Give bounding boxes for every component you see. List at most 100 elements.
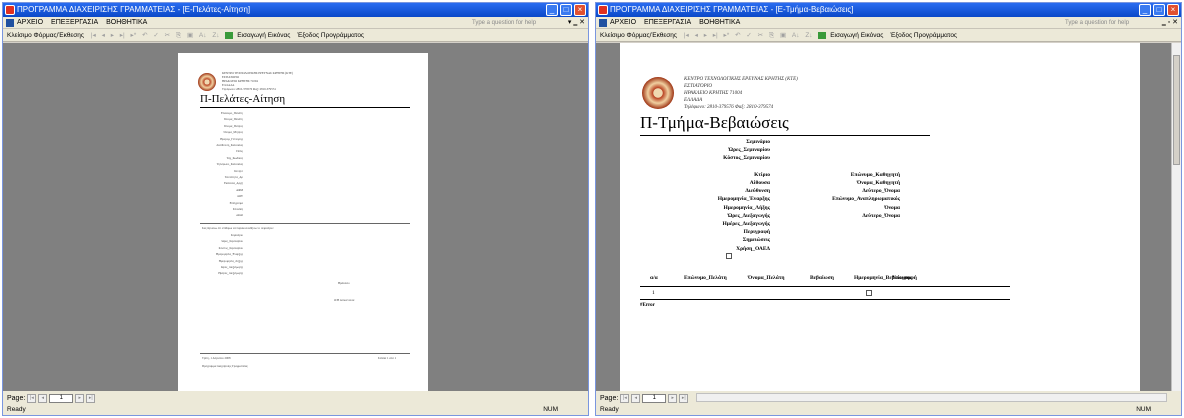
window-title: ΠΡΟΓΡΑΜΜΑ ΔΙΑΧΕΙΡΙΣΗΣ ΓΡΑΜΜΑΤΕΙΑΣ - [Ε-Π… <box>17 5 251 14</box>
help-search-input[interactable]: Type a question for help <box>472 18 562 28</box>
divider <box>640 135 930 136</box>
field-label: ΔΟΥ <box>236 194 243 199</box>
page-number-input[interactable]: 1 <box>49 393 74 403</box>
field-label: Όνομα_Καθηγητή <box>856 180 900 186</box>
declaration-text: Σας δηλώνω ότι επιθυμώ να παρακολουθήσω … <box>202 226 274 230</box>
field-label: Επάγγελμα <box>229 200 243 205</box>
menu-file[interactable]: ΑΡΧΕΙΟ <box>610 19 636 26</box>
close-form-button[interactable]: Κλείσιμο Φόρμας/Έκθεσης <box>7 32 84 39</box>
undo-icon[interactable]: ↶ <box>735 32 740 39</box>
new-record-icon[interactable]: ▸* <box>724 32 730 39</box>
title-bar[interactable]: ΠΡΟΓΡΑΜΜΑ ΔΙΑΧΕΙΡΙΣΗΣ ΓΡΑΜΜΑΤΕΙΑΣ - [Ε-Π… <box>3 3 588 17</box>
menu-file[interactable]: ΑΡΧΕΙΟ <box>17 19 43 26</box>
window-title: ΠΡΟΓΡΑΜΜΑ ΔΙΑΧΕΙΡΙΣΗΣ ΓΡΑΜΜΑΤΕΙΑΣ - [Ε-Τ… <box>610 5 854 14</box>
nav-first-icon[interactable]: |◂ <box>684 32 689 39</box>
field-label: Ημερομηνία_Έναρξης <box>215 252 243 257</box>
footer-program: Πρόγραμμα Διαχείρισης Γραμματείας <box>202 364 248 368</box>
sign-name: Ο/Η Αιτών/ούσα <box>334 298 355 302</box>
field-label: Δεύτερο_Όνομα <box>862 188 900 195</box>
nav-next-icon[interactable]: ▸ <box>704 32 707 39</box>
menu-edit[interactable]: ΕΠΕΞΕΡΓΑΣΙΑ <box>51 19 98 26</box>
app-icon <box>5 5 15 15</box>
nav-next-icon[interactable]: ▸ <box>111 32 114 39</box>
vertical-scrollbar[interactable] <box>1171 43 1181 391</box>
divider <box>200 107 410 108</box>
last-page-button[interactable]: ▸| <box>86 393 96 403</box>
footer-date: Τρίτη, 1 Απριλίου 2008 <box>202 356 231 360</box>
field-label: ΑΦΜ <box>236 187 243 192</box>
title-bar[interactable]: ΠΡΟΓΡΑΜΜΑ ΔΙΑΧΕΙΡΙΣΗΣ ΓΡΑΜΜΑΤΕΙΑΣ - [Ε-Τ… <box>596 3 1181 17</box>
menu-bar: ΑΡΧΕΙΟ ΕΠΕΞΕΡΓΑΣΙΑ ΒΟΗΘΗΤΙΚΑ Type a ques… <box>3 17 588 29</box>
sort-asc-icon[interactable]: A↓ <box>792 32 800 39</box>
minimize-button[interactable]: _ <box>546 4 558 16</box>
status-ready: Ready <box>7 406 26 413</box>
menu-tools[interactable]: ΒΟΗΘΗΤΙΚΑ <box>106 19 147 26</box>
scroll-thumb[interactable] <box>1173 55 1180 165</box>
row-number: 1 <box>652 290 655 296</box>
prev-page-button[interactable]: ◂ <box>38 393 48 403</box>
nav-last-icon[interactable]: ▸| <box>713 32 718 39</box>
page-label: Page: <box>7 394 26 402</box>
spell-icon[interactable]: ✓ <box>153 32 158 39</box>
nav-prev-icon[interactable]: ◂ <box>102 32 105 39</box>
maximize-button[interactable]: □ <box>560 4 572 16</box>
menu-window-controls[interactable]: ▾ ‗ ✕ <box>568 17 585 29</box>
field-label: Όνομα_Πατρός <box>224 123 243 128</box>
nav-prev-icon[interactable]: ◂ <box>695 32 698 39</box>
undo-icon[interactable]: ↶ <box>142 32 147 39</box>
copy-icon[interactable]: ⎘ <box>769 32 774 39</box>
close-button[interactable]: × <box>574 4 586 16</box>
sort-desc-icon[interactable]: Z↓ <box>805 32 812 39</box>
close-form-button[interactable]: Κλείσιμο Φόρμας/Έκθεσης <box>600 32 677 39</box>
insert-image-button[interactable]: Εισαγωγή Εικόνας <box>237 32 290 39</box>
field-label: Κτίριο <box>754 171 770 178</box>
cut-icon[interactable]: ✂ <box>165 32 170 39</box>
report-title: Π-Τμήμα-Βεβαιώσεις <box>640 113 789 132</box>
paste-icon[interactable]: ▣ <box>780 32 786 39</box>
header-line: Τηλέφωνο: 2810-379576 Φαξ: 2810-379574 <box>222 87 276 91</box>
menu-tools[interactable]: ΒΟΗΘΗΤΙΚΑ <box>699 19 740 26</box>
window-left: ΠΡΟΓΡΑΜΜΑ ΔΙΑΧΕΙΡΙΣΗΣ ΓΡΑΜΜΑΤΕΙΑΣ - [Ε-Π… <box>2 2 589 416</box>
exit-program-button[interactable]: Έξοδος Προγράμματος <box>297 32 364 39</box>
table-header-divider <box>640 286 1010 287</box>
next-page-button[interactable]: ▸ <box>75 393 85 403</box>
menu-edit[interactable]: ΕΠΕΞΕΡΓΑΣΙΑ <box>644 19 691 26</box>
nav-last-icon[interactable]: ▸| <box>120 32 125 39</box>
nav-first-icon[interactable]: |◂ <box>91 32 96 39</box>
sort-asc-icon[interactable]: A↓ <box>199 32 207 39</box>
prev-page-button[interactable]: ◂ <box>631 393 641 403</box>
table-footer-divider <box>640 299 1010 300</box>
field-label: Κόστος_Σεμιναρίου <box>723 155 770 162</box>
next-page-button[interactable]: ▸ <box>668 393 678 403</box>
minimize-button[interactable]: _ <box>1139 4 1151 16</box>
certificate-checkbox[interactable] <box>866 290 872 296</box>
field-label: email <box>236 213 243 218</box>
toolbar: Κλείσιμο Φόρμας/Έκθεσης |◂ ◂ ▸ ▸| ▸* ↶ ✓… <box>3 29 588 42</box>
menu-window-controls[interactable]: ‗ ▫ ✕ <box>1162 17 1178 29</box>
paste-icon[interactable]: ▣ <box>187 32 193 39</box>
page-number-input[interactable]: 1 <box>642 393 667 403</box>
first-page-button[interactable]: |◂ <box>27 393 37 403</box>
new-record-icon[interactable]: ▸* <box>131 32 137 39</box>
close-button[interactable]: × <box>1167 4 1179 16</box>
oaed-checkbox[interactable] <box>726 253 732 259</box>
insert-image-button[interactable]: Εισαγωγή Εικόνας <box>830 32 883 39</box>
maximize-button[interactable]: □ <box>1153 4 1165 16</box>
sort-desc-icon[interactable]: Z↓ <box>212 32 219 39</box>
field-label: Κόστος_Σεμιναρίου <box>218 245 243 250</box>
exit-program-button[interactable]: Έξοδος Προγράμματος <box>890 32 957 39</box>
field-label: Ώρες_Διεξαγωγής <box>221 265 243 269</box>
spell-icon[interactable]: ✓ <box>746 32 751 39</box>
menu-app-icon[interactable] <box>599 19 607 27</box>
image-icon <box>225 31 234 39</box>
first-page-button[interactable]: |◂ <box>620 393 630 403</box>
last-page-button[interactable]: ▸| <box>679 393 689 403</box>
menu-app-icon[interactable] <box>6 19 14 27</box>
horizontal-scrollbar[interactable] <box>696 393 1167 402</box>
field-label: Ημερομηνία_Έναρξης <box>717 196 770 203</box>
cut-icon[interactable]: ✂ <box>758 32 763 39</box>
help-search-input[interactable]: Type a question for help <box>1065 18 1155 28</box>
copy-icon[interactable]: ⎘ <box>176 32 181 39</box>
logo-seal <box>198 73 216 91</box>
status-bar: Page: |◂ ◂ 1 ▸ ▸| Ready NUM <box>596 391 1181 415</box>
